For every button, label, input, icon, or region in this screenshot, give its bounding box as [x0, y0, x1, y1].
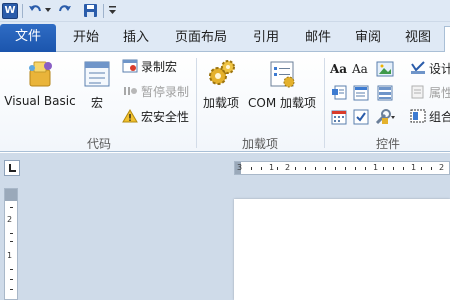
addins-button[interactable]: 加载项 — [200, 58, 242, 111]
com-addins-icon — [266, 58, 298, 90]
ruler-number: 1 — [373, 163, 379, 172]
ruler-tick — [305, 167, 306, 170]
ruler-tick — [431, 167, 432, 170]
document-page[interactable] — [234, 199, 450, 300]
ruler-tick — [335, 167, 336, 170]
ribbon-tab-strip: 文件 开始 插入 页面布局 引用 邮件 审阅 视图 — [0, 22, 450, 53]
visual-basic-icon — [24, 58, 56, 90]
plain-text-control-button[interactable]: Aa — [352, 60, 368, 78]
ruler-tick — [10, 279, 13, 280]
code-group-label: 代码 — [86, 137, 111, 151]
gear-icon — [205, 58, 237, 90]
ruler-tick — [10, 289, 13, 290]
macros-button[interactable]: 宏 — [80, 58, 114, 111]
tab-selector-button[interactable] — [4, 160, 20, 176]
pause-recording-button[interactable]: 暂停录制 — [122, 83, 189, 101]
checkbox-control-icon[interactable] — [352, 108, 370, 126]
picture-control-icon[interactable] — [376, 60, 394, 78]
vertical-ruler[interactable]: 2 1 — [4, 188, 18, 300]
ruler-number: 1 — [7, 251, 13, 260]
building-block-icon[interactable] — [330, 84, 348, 102]
tab-file[interactable]: 文件 — [0, 24, 56, 52]
group-button[interactable]: 组合 — [410, 108, 450, 126]
tab-insert[interactable]: 插入 — [114, 26, 158, 52]
undo-icon[interactable] — [28, 3, 42, 19]
visual-basic-button[interactable]: Visual Basic — [4, 58, 76, 108]
macro-security-button[interactable]: 宏安全性 — [122, 108, 189, 126]
ruler-tick — [10, 207, 13, 208]
ruler-tick — [10, 241, 13, 242]
ruler-number: 3 — [237, 163, 243, 172]
qat-separator — [103, 4, 104, 18]
ruler-tick — [251, 167, 252, 170]
undo-dropdown-icon[interactable] — [45, 8, 51, 12]
list-box-icon[interactable] — [376, 84, 394, 102]
macros-icon — [81, 58, 113, 90]
word-app-icon[interactable]: W — [2, 3, 18, 19]
ruler-tick — [403, 167, 404, 170]
ruler-tick — [325, 167, 326, 170]
group-icon — [410, 109, 426, 123]
ruler-number: 2 — [285, 163, 291, 172]
tab-home[interactable]: 开始 — [64, 26, 108, 52]
properties-button[interactable]: 属性 — [410, 84, 450, 102]
pause-icon — [122, 84, 138, 98]
date-picker-icon[interactable] — [330, 108, 348, 126]
design-mode-icon — [410, 61, 426, 75]
combo-box-icon[interactable] — [352, 84, 370, 102]
rich-text-control-button[interactable]: Aa — [330, 60, 347, 78]
ribbon-panel: Visual Basic 宏 录制宏 暂停录制 宏安全性 代码 加载项 COM … — [0, 52, 450, 152]
group-separator — [324, 58, 325, 148]
tab-references[interactable]: 引用 — [244, 26, 288, 52]
group-separator — [196, 58, 197, 148]
customize-toolbar-icon[interactable] — [107, 3, 117, 19]
ruler-tick — [383, 167, 384, 170]
ruler-tick — [315, 167, 316, 170]
ruler-tick — [421, 167, 422, 170]
ruler-tick — [393, 167, 394, 170]
ruler-tick — [345, 167, 346, 170]
tab-review[interactable]: 审阅 — [346, 26, 390, 52]
properties-icon — [410, 85, 426, 99]
tab-developer[interactable] — [444, 26, 450, 53]
ruler-tick — [261, 167, 262, 170]
ruler-tick — [10, 233, 13, 234]
qat-separator — [22, 4, 23, 18]
addins-group-label: 加载项 — [241, 137, 278, 151]
save-icon[interactable] — [82, 3, 98, 19]
ruler-margin-shade — [5, 189, 17, 201]
record-macro-button[interactable]: 录制宏 — [122, 58, 177, 76]
legacy-tools-icon[interactable] — [374, 108, 396, 126]
redo-icon[interactable] — [58, 3, 72, 19]
tab-page-layout[interactable]: 页面布局 — [166, 26, 236, 52]
tab-view[interactable]: 视图 — [396, 26, 440, 52]
ruler-tick — [365, 167, 366, 170]
ruler-number: 2 — [439, 163, 445, 172]
ruler-tick — [10, 269, 13, 270]
ruler-tick — [277, 167, 278, 170]
ruler-number: 1 — [411, 163, 417, 172]
quick-access-toolbar: W — [0, 0, 450, 22]
tab-mailings[interactable]: 邮件 — [296, 26, 340, 52]
record-macro-icon — [122, 59, 138, 73]
warning-icon — [122, 109, 138, 123]
ruler-number: 2 — [7, 215, 13, 224]
horizontal-ruler[interactable]: 3 1 2 1 1 2 — [234, 161, 450, 175]
controls-group-label: 控件 — [375, 137, 400, 151]
ruler-number: 1 — [269, 163, 275, 172]
ruler-tick — [355, 167, 356, 170]
com-addins-button[interactable]: COM 加载项 — [244, 58, 320, 111]
design-mode-button[interactable]: 设计 — [410, 60, 450, 78]
ruler-tick — [295, 167, 296, 170]
